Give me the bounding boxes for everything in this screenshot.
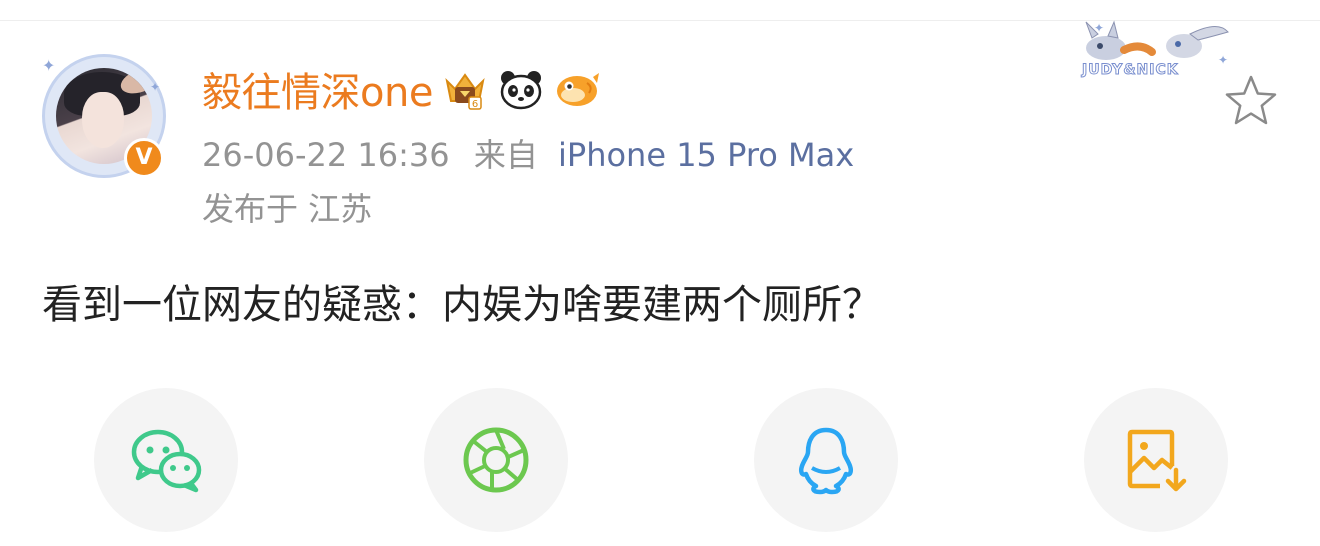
fish-badge-icon[interactable]: [553, 65, 601, 113]
username-link[interactable]: 毅往情深one: [202, 60, 433, 118]
save-image-button[interactable]: [1084, 388, 1228, 532]
star-icon: [1225, 75, 1277, 125]
crown-badge-icon[interactable]: 6: [441, 65, 489, 113]
weibo-post-card: ✦ ✦ V 毅往情深one 6 26-06-22 16:36 来自 iPhone…: [0, 0, 1320, 546]
user-name-row: 毅往情深one 6: [202, 58, 601, 120]
device-link[interactable]: iPhone 15 Pro Max: [558, 136, 854, 174]
verified-badge: V: [124, 138, 164, 178]
source-prefix: 来自: [473, 136, 538, 174]
svg-text:6: 6: [472, 99, 478, 110]
share-wechat-button[interactable]: [94, 388, 238, 532]
save-image-icon: [1127, 429, 1187, 492]
svg-text:✦: ✦: [1094, 21, 1104, 35]
post-location: 发布于 江苏: [202, 190, 373, 228]
sparkle-icon: ✦: [42, 56, 56, 75]
post-meta: 26-06-22 16:36 来自 iPhone 15 Pro Max: [202, 130, 854, 176]
panda-badge-icon[interactable]: [497, 65, 545, 113]
post-timestamp: 26-06-22 16:36: [202, 136, 450, 174]
share-moments-button[interactable]: [424, 388, 568, 532]
post-body-text: 看到一位网友的疑惑：内娱为啥要建两个厕所？: [42, 282, 882, 328]
share-qq-button[interactable]: [754, 388, 898, 532]
moments-icon: [463, 427, 529, 493]
favorite-star-button[interactable]: [1222, 72, 1280, 130]
avatar[interactable]: ✦ ✦ V: [38, 50, 170, 182]
sparkle-icon: ✦: [150, 80, 161, 94]
card-decoration: ✦ ✦ JUDY&NICK: [1068, 20, 1238, 90]
qq-icon: [798, 427, 854, 495]
decoration-caption: JUDY&NICK: [1082, 62, 1179, 79]
svg-text:✦: ✦: [1218, 53, 1228, 67]
wechat-icon: [131, 429, 202, 493]
